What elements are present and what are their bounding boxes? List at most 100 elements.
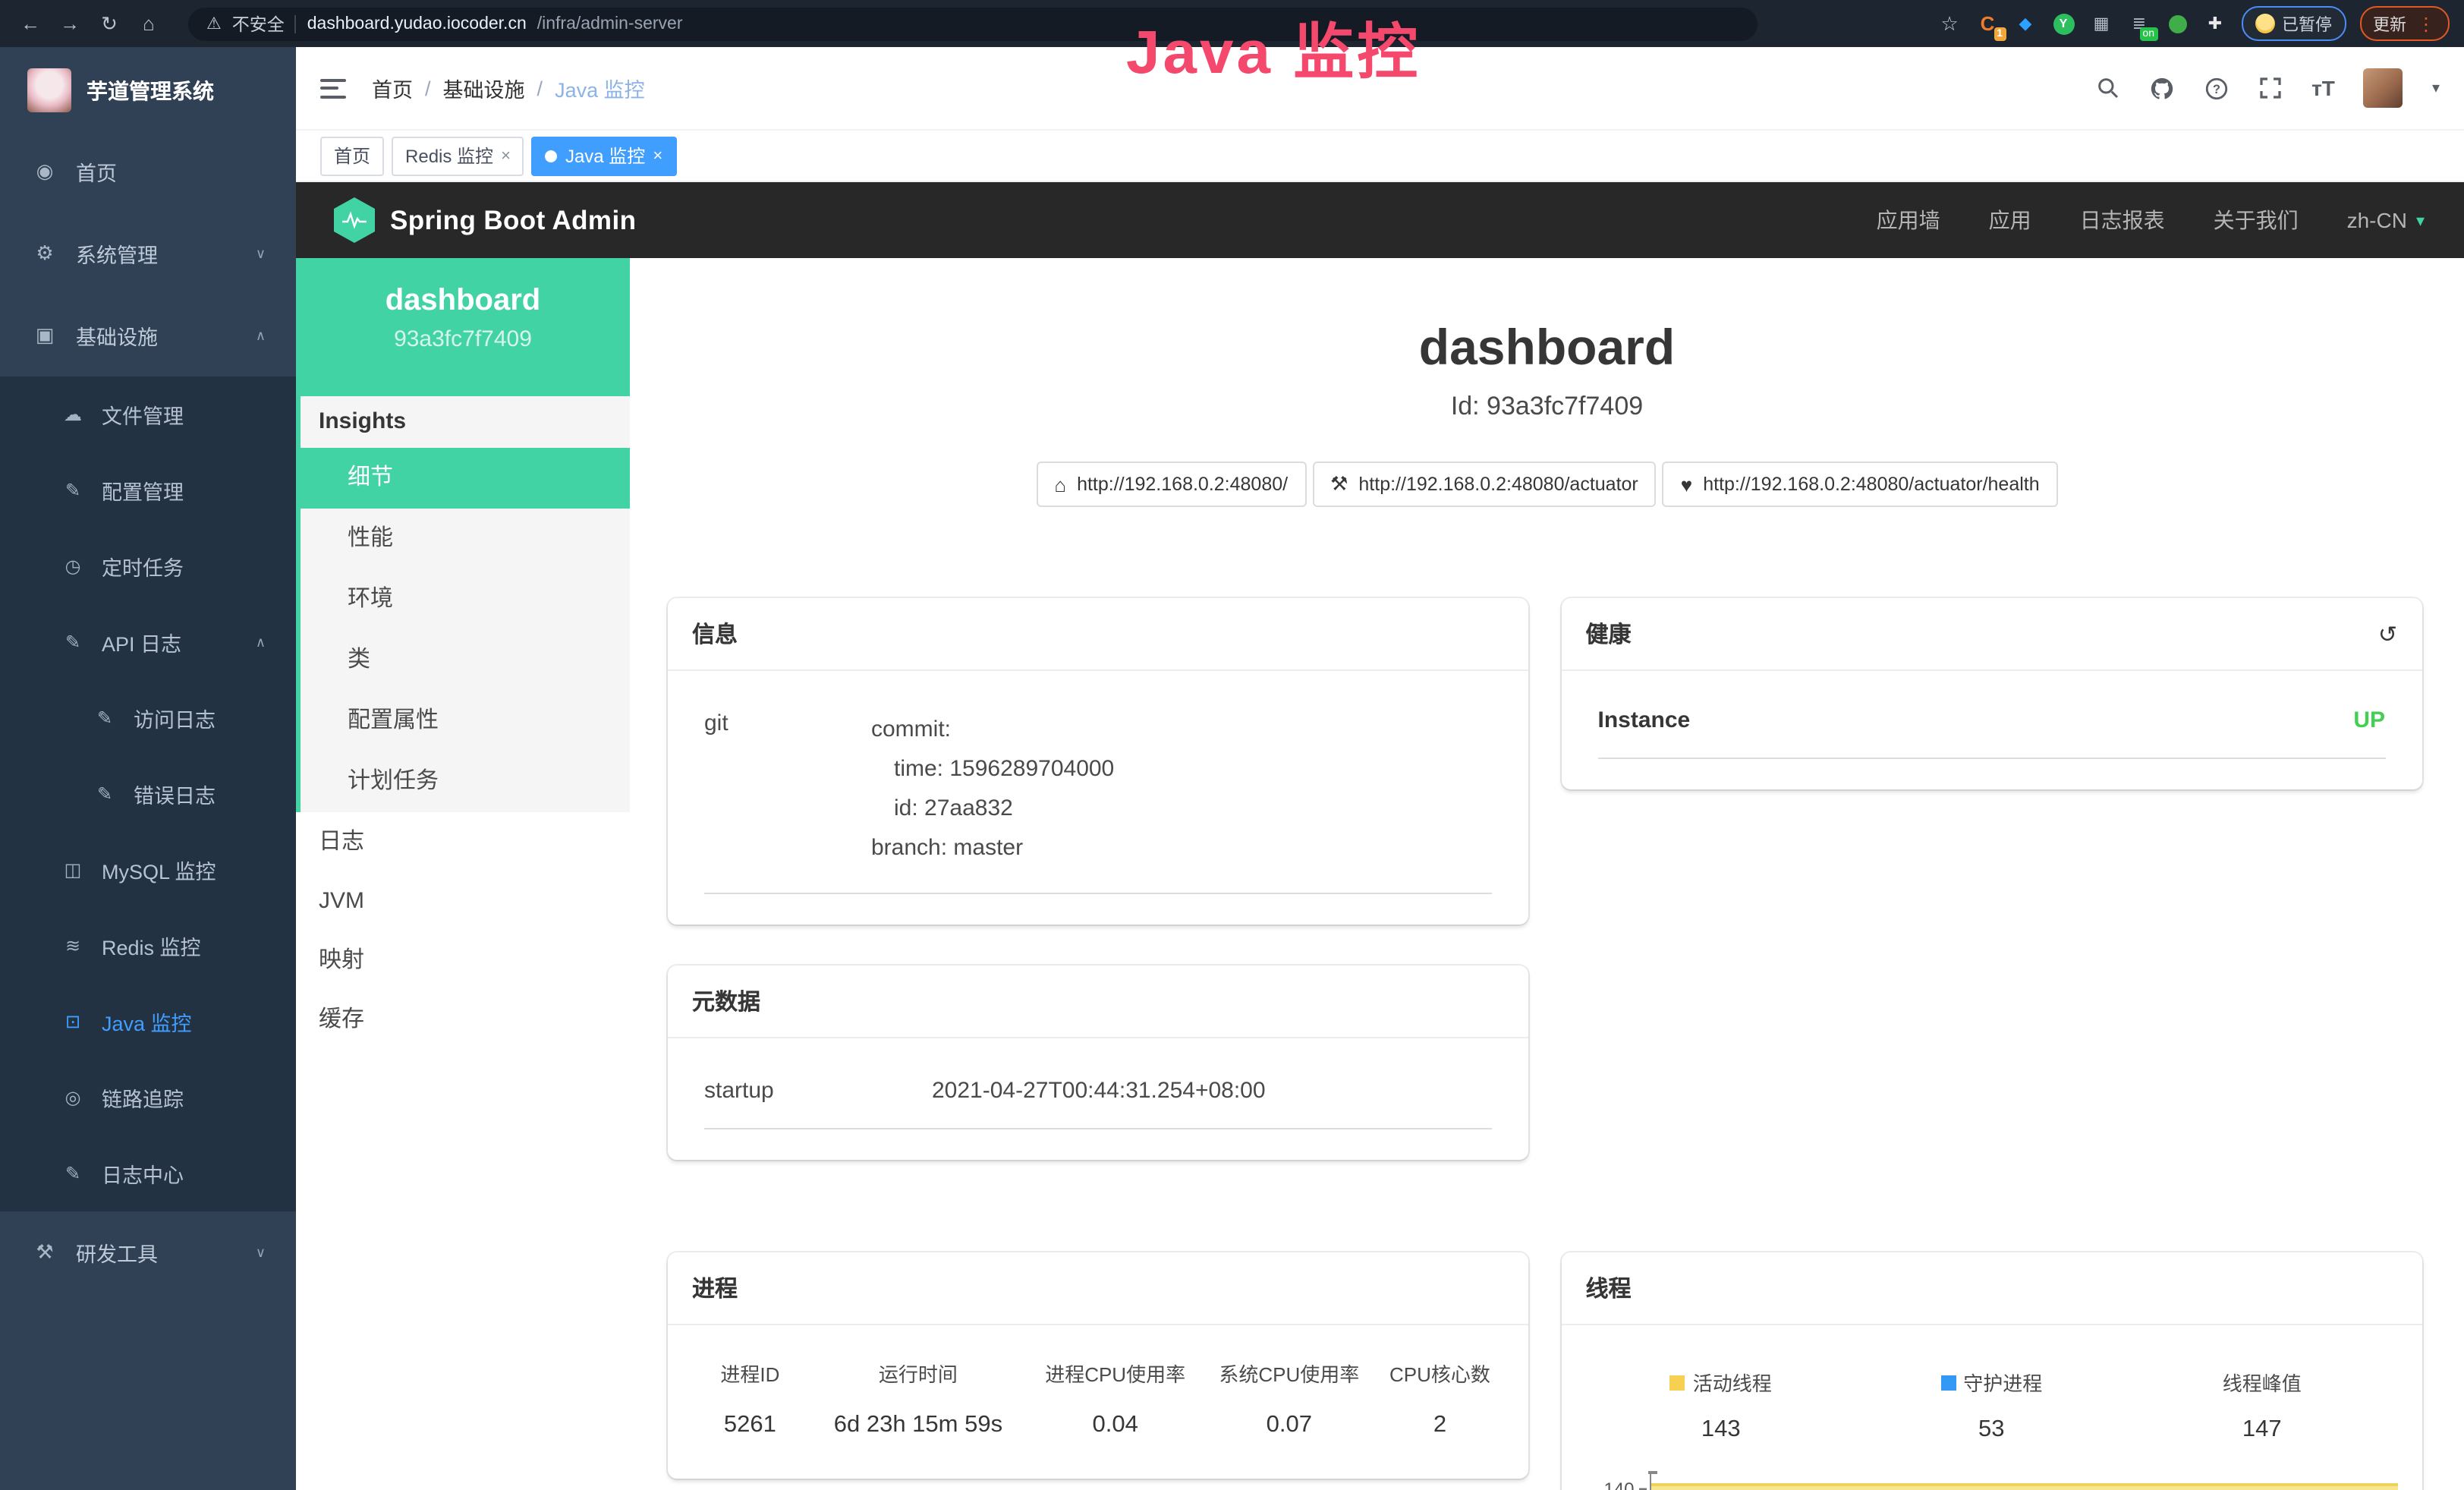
sba-item-mappings[interactable]: 映射 — [296, 931, 630, 990]
tab-redis-monitor[interactable]: Redis 监控× — [392, 136, 524, 175]
back-icon[interactable]: ← — [15, 12, 46, 35]
sidebar-item-label: 系统管理 — [76, 238, 158, 269]
dashboard-icon: ◉ — [33, 159, 56, 184]
instance-header[interactable]: dashboard 93a3fc7f7409 — [296, 258, 630, 396]
health-url-button[interactable]: ♥http://192.168.0.2:48080/actuator/healt… — [1663, 461, 2058, 507]
sba-item-caches[interactable]: 缓存 — [296, 990, 630, 1049]
cpu-cores-value: 2 — [1376, 1412, 1503, 1439]
sba-nav-journal[interactable]: 日志报表 — [2080, 205, 2165, 235]
sba-nav-applications[interactable]: 应用 — [1989, 205, 2031, 235]
status-badge: UP — [2353, 707, 2385, 733]
address-bar[interactable]: ⚠ 不安全 dashboard.yudao.iocoder.cn/infra/a… — [188, 7, 1758, 40]
sidebar-item-scheduled-tasks[interactable]: ◷ 定时任务 — [0, 528, 296, 604]
extension-pin-icon[interactable]: ◆ — [2013, 11, 2038, 36]
sba-item-environment[interactable]: 环境 — [301, 569, 630, 630]
sidebar-item-error-logs[interactable]: ✎ 错误日志 — [0, 756, 296, 832]
monitor-icon: ⊡ — [62, 1011, 83, 1032]
search-icon[interactable] — [2096, 76, 2120, 100]
sidebar-item-home[interactable]: ◉ 首页 — [0, 131, 296, 213]
fullscreen-icon[interactable] — [2258, 76, 2283, 100]
sidebar-item-system-mgmt[interactable]: ⚙ 系统管理 ∨ — [0, 213, 296, 295]
health-row-instance: Instance UP — [1598, 707, 2386, 733]
breadcrumb-infrastructure[interactable]: 基础设施 — [443, 73, 525, 103]
sba-item-jvm[interactable]: JVM — [296, 871, 630, 931]
stat-peak-threads: 线程峰值 147 — [2127, 1368, 2398, 1444]
chevron-up-icon: ∧ — [256, 634, 266, 650]
sba-brand-title[interactable]: Spring Boot Admin — [390, 204, 636, 236]
sba-nav-wallboard[interactable]: 应用墙 — [1877, 205, 1940, 235]
col-header-cpu-cores: CPU核心数 — [1376, 1359, 1503, 1388]
app-title: 芋道管理系统 — [87, 75, 214, 106]
sidebar-item-file-mgmt[interactable]: ☁ 文件管理 — [0, 376, 296, 452]
home-icon[interactable]: ⌂ — [134, 12, 164, 35]
close-icon[interactable]: × — [501, 146, 511, 165]
sba-item-details[interactable]: 细节 — [296, 448, 630, 509]
process-table-values: 5261 6d 23h 15m 59s 0.04 0.07 2 — [692, 1412, 1504, 1439]
security-label[interactable]: 不安全 — [232, 11, 285, 36]
y-axis-tick: 140 — [1586, 1479, 1635, 1490]
extension-green-icon[interactable] — [2165, 11, 2189, 36]
sidebar-item-api-logs[interactable]: ✎ API 日志 ∧ — [0, 604, 296, 680]
reload-icon[interactable]: ↻ — [94, 11, 124, 36]
actuator-url-button[interactable]: ⚒http://192.168.0.2:48080/actuator — [1312, 461, 1657, 507]
sba-item-config-props[interactable]: 配置属性 — [301, 691, 630, 751]
svg-text:?: ? — [2213, 82, 2220, 96]
card-title: 元数据 — [692, 985, 760, 1017]
sba-nav-about[interactable]: 关于我们 — [2214, 205, 2299, 235]
app-logo-row[interactable]: 芋道管理系统 — [0, 47, 296, 131]
close-icon[interactable]: × — [653, 146, 662, 165]
update-button[interactable]: 更新 ⋮ — [2359, 6, 2449, 41]
extension-puzzle-icon[interactable]: ✚ — [2203, 11, 2227, 36]
threads-chart: 140 120 100 — [1586, 1471, 2398, 1490]
bookmark-star-icon[interactable]: ☆ — [1937, 11, 1962, 36]
breadcrumb-home[interactable]: 首页 — [372, 73, 413, 103]
github-icon[interactable] — [2149, 75, 2175, 101]
sba-item-classes[interactable]: 类 — [301, 630, 630, 691]
tab-java-monitor[interactable]: Java 监控× — [532, 136, 676, 175]
health-key: Instance — [1598, 707, 1691, 733]
font-size-icon[interactable]: тT — [2311, 76, 2335, 100]
extension-grid-icon[interactable]: ▦ — [2089, 11, 2113, 36]
sidebar-item-access-logs[interactable]: ✎ 访问日志 — [0, 680, 296, 756]
history-icon[interactable]: ↺ — [2378, 620, 2397, 647]
avatar-caret-icon[interactable]: ▾ — [2432, 80, 2440, 96]
sidebar-item-label: 研发工具 — [76, 1237, 158, 1268]
paused-label: 已暂停 — [2282, 11, 2332, 36]
card-title: 线程 — [1586, 1272, 1632, 1304]
sidebar-item-java-monitor[interactable]: ⊡ Java 监控 — [0, 984, 296, 1060]
uptime-value: 6d 23h 15m 59s — [808, 1412, 1028, 1439]
stat-label: 守护进程 — [1963, 1368, 2042, 1397]
avatar[interactable] — [2364, 68, 2403, 108]
extension-y-icon[interactable]: Y — [2051, 11, 2075, 36]
locale-select[interactable]: zh-CN▾ — [2347, 208, 2425, 232]
sidebar-item-mysql-monitor[interactable]: ◫ MySQL 监控 — [0, 832, 296, 908]
sidebar-toggle-icon[interactable] — [320, 78, 346, 98]
extension-stack-icon[interactable]: ≣on — [2127, 11, 2151, 36]
metadata-value: 2021-04-27T00:44:31.254+08:00 — [932, 1078, 1266, 1104]
sidebar-item-log-center[interactable]: ✎ 日志中心 — [0, 1136, 296, 1211]
sidebar-item-dev-tools[interactable]: ⚒ 研发工具 ∨ — [0, 1211, 296, 1293]
sidebar-item-infrastructure[interactable]: ▣ 基础设施 ∧ — [0, 295, 296, 376]
sba-item-logs[interactable]: 日志 — [296, 812, 630, 871]
sidebar-item-label: 文件管理 — [102, 399, 184, 430]
browser-menu-icon[interactable]: ⋮ — [2417, 13, 2435, 34]
insecure-warning-icon: ⚠ — [206, 14, 222, 33]
spring-boot-admin-logo[interactable] — [334, 197, 375, 243]
wrench-icon: ⚒ — [1330, 472, 1348, 496]
row-divider — [704, 1128, 1492, 1129]
sba-item-scheduled-tasks[interactable]: 计划任务 — [301, 751, 630, 812]
url-path: /infra/admin-server — [537, 14, 683, 33]
forward-icon[interactable]: → — [55, 12, 85, 35]
chart-plot-area — [1650, 1471, 2398, 1490]
sba-item-metrics[interactable]: 性能 — [301, 509, 630, 569]
tab-home[interactable]: 首页 — [320, 136, 384, 175]
sidebar-item-redis-monitor[interactable]: ≋ Redis 监控 — [0, 908, 296, 984]
sidebar-item-config-mgmt[interactable]: ✎ 配置管理 — [0, 452, 296, 528]
log-icon: ✎ — [94, 783, 115, 805]
sidebar-item-tracing[interactable]: ◎ 链路追踪 — [0, 1060, 296, 1136]
help-icon[interactable]: ? — [2204, 75, 2230, 101]
paused-pill[interactable]: 已暂停 — [2241, 6, 2346, 41]
service-url-button[interactable]: ⌂http://192.168.0.2:48080/ — [1036, 461, 1306, 507]
sba-sidebar: dashboard 93a3fc7f7409 Insights 细节 性能 环境… — [296, 258, 630, 1490]
extension-colorzilla-icon[interactable]: C1 — [1975, 11, 2000, 36]
